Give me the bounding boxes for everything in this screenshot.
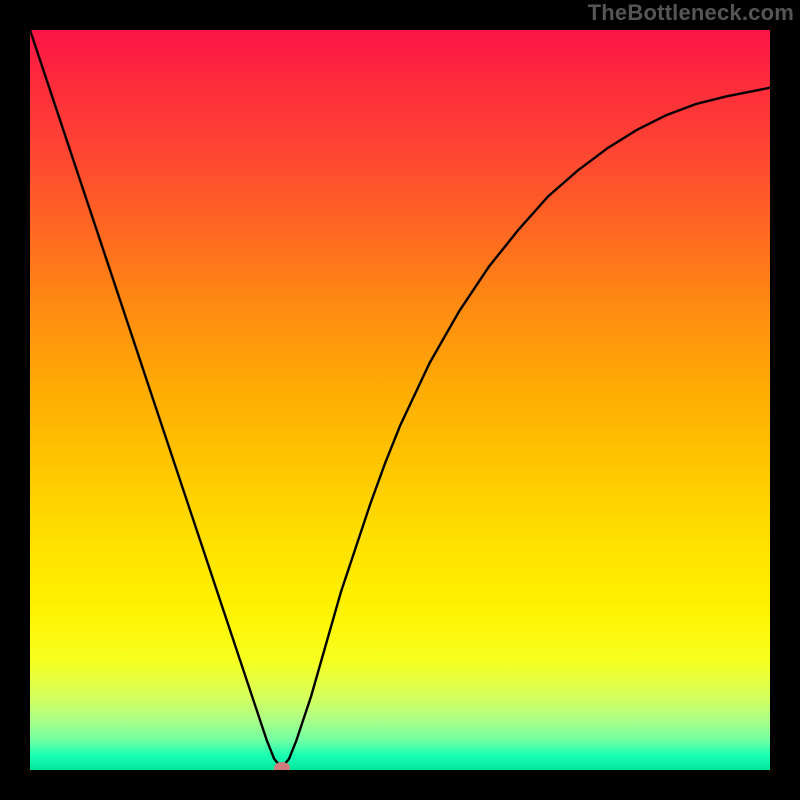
minimum-marker xyxy=(274,762,290,770)
chart-frame: TheBottleneck.com xyxy=(0,0,800,800)
plot-area xyxy=(30,30,770,770)
bottleneck-curve xyxy=(30,30,770,770)
attribution-text: TheBottleneck.com xyxy=(588,0,794,26)
